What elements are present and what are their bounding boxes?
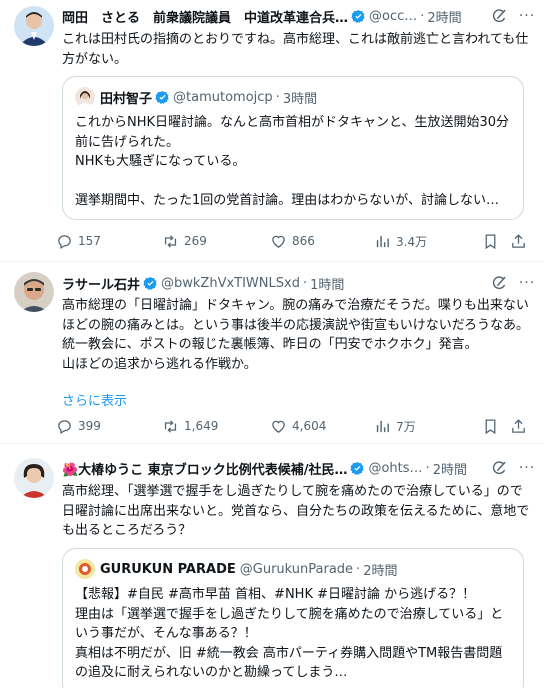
reply-count: 399: [78, 419, 101, 433]
reply-icon: [58, 419, 71, 434]
quote-author-name[interactable]: 田村智子: [100, 88, 152, 107]
verified-badge-icon: [350, 461, 365, 475]
grok-icon[interactable]: [491, 460, 508, 477]
quoted-tweet[interactable]: 田村智子 @tamutomojcp · 3時間 これからNHK日曜討論。なんと高…: [62, 76, 524, 220]
timestamp[interactable]: 1時間: [310, 274, 344, 293]
retweet-icon: [164, 234, 177, 248]
retweet-button[interactable]: 1,649: [158, 412, 218, 440]
retweet-count: 269: [184, 234, 207, 248]
verified-badge-icon: [143, 276, 157, 290]
views-chart-icon: [376, 420, 389, 432]
action-bar: 157 269 866 3.4万: [52, 227, 532, 255]
avatar[interactable]: [14, 6, 54, 46]
share-icon: [512, 418, 525, 433]
like-count: 4,604: [292, 419, 327, 433]
heart-icon: [272, 235, 285, 248]
share-button[interactable]: [510, 227, 527, 255]
author-name[interactable]: 岡田 さとる 前衆議院議員 中道改革連合兵…: [62, 7, 348, 26]
retweet-icon: [164, 419, 177, 433]
reply-button[interactable]: 157: [52, 227, 101, 255]
tweet-otsubaki[interactable]: 🌺大椿ゆうこ 東京ブロック比例代表候補/社民… @ohts… · 2時間 ···…: [0, 444, 544, 688]
more-options-icon[interactable]: ···: [518, 460, 536, 476]
views-count: 3.4万: [396, 234, 428, 249]
views-button[interactable]: 7万: [370, 412, 416, 440]
quote-author-name[interactable]: GURUKUN PARADE: [100, 562, 236, 577]
avatar[interactable]: [14, 458, 54, 498]
share-icon: [512, 233, 525, 248]
like-count: 866: [292, 234, 315, 248]
tweet-okada[interactable]: 岡田 さとる 前衆議院議員 中道改革連合兵… @occ… · 2時間 ··· こ…: [0, 0, 544, 262]
quote-text: これからNHK日曜討論。なんと高市首相がドタキャンと、生放送開始30分前に告げら…: [75, 115, 510, 208]
author-name[interactable]: ラサール石井: [62, 274, 140, 293]
quote-timestamp[interactable]: 2時間: [363, 560, 397, 579]
tweet-lasalle[interactable]: ラサール石井 @bwkZhVxTIWNLSxd · 1時間 ··· 高市総理の「…: [0, 262, 544, 444]
show-more-link[interactable]: さらに表示: [62, 390, 127, 409]
tweet-text: 高市総理の「日曜討論」ドタキャン。腕の痛みで治療だそうだ。喋りも出来ないほどの腕…: [62, 298, 529, 372]
bookmark-icon: [485, 418, 496, 434]
quote-avatar: [75, 87, 95, 107]
tweet-text: これは田村氏の指摘のとおりですね。高市総理、これは敵前逃亡と言われても仕方がない…: [62, 32, 529, 67]
heart-icon: [272, 420, 285, 433]
separator-dot: ·: [425, 460, 430, 476]
like-button[interactable]: 866: [266, 227, 315, 255]
timestamp[interactable]: 2時間: [427, 7, 461, 26]
avatar[interactable]: [14, 272, 54, 312]
separator-dot: ·: [275, 89, 280, 105]
separator-dot: ·: [302, 275, 308, 291]
quote-author-handle[interactable]: @GurukunParade: [240, 562, 353, 577]
author-handle[interactable]: @occ…: [369, 9, 417, 24]
views-chart-icon: [376, 235, 389, 247]
reply-icon: [58, 234, 71, 249]
separator-dot: ·: [356, 561, 361, 577]
author-name[interactable]: 🌺大椿ゆうこ 東京ブロック比例代表候補/社民…: [62, 459, 347, 478]
retweet-button[interactable]: 269: [158, 227, 207, 255]
like-button[interactable]: 4,604: [266, 412, 326, 440]
verified-badge-icon: [351, 9, 365, 23]
views-count: 7万: [396, 419, 416, 434]
verified-badge-icon: [155, 90, 169, 104]
quote-author-handle[interactable]: @tamutomojcp: [173, 90, 273, 105]
bookmark-button[interactable]: [482, 412, 499, 440]
grok-icon[interactable]: [491, 8, 508, 25]
action-bar: 399 1,649 4,604 7万: [52, 412, 532, 440]
bookmark-button[interactable]: [482, 227, 499, 255]
quote-timestamp[interactable]: 3時間: [283, 88, 317, 107]
timestamp[interactable]: 2時間: [433, 459, 467, 478]
author-handle[interactable]: @bwkZhVxTIWNLSxd: [161, 276, 300, 291]
share-button[interactable]: [510, 412, 527, 440]
quote-avatar: [75, 559, 95, 579]
quoted-tweet[interactable]: GURUKUN PARADE @GurukunParade · 2時間 【悲報】…: [62, 548, 524, 688]
separator-dot: ·: [420, 8, 425, 24]
reply-count: 157: [78, 234, 101, 248]
more-options-icon[interactable]: ···: [518, 8, 536, 24]
more-options-icon[interactable]: ···: [518, 275, 536, 291]
quote-text: 【悲報】#自民 #高市早苗 首相、#NHK #日曜討論 から逃げる？！ 理由は「…: [75, 587, 504, 680]
tweet-text: 高市総理、「選挙選で握手をし過ぎたりして腕を痛めたので治療している」ので日曜討論…: [62, 484, 530, 538]
author-handle[interactable]: @ohts…: [368, 461, 422, 476]
bookmark-icon: [485, 233, 496, 249]
retweet-count: 1,649: [184, 419, 219, 433]
reply-button[interactable]: 399: [52, 412, 101, 440]
views-button[interactable]: 3.4万: [370, 227, 427, 255]
grok-icon[interactable]: [491, 275, 508, 292]
